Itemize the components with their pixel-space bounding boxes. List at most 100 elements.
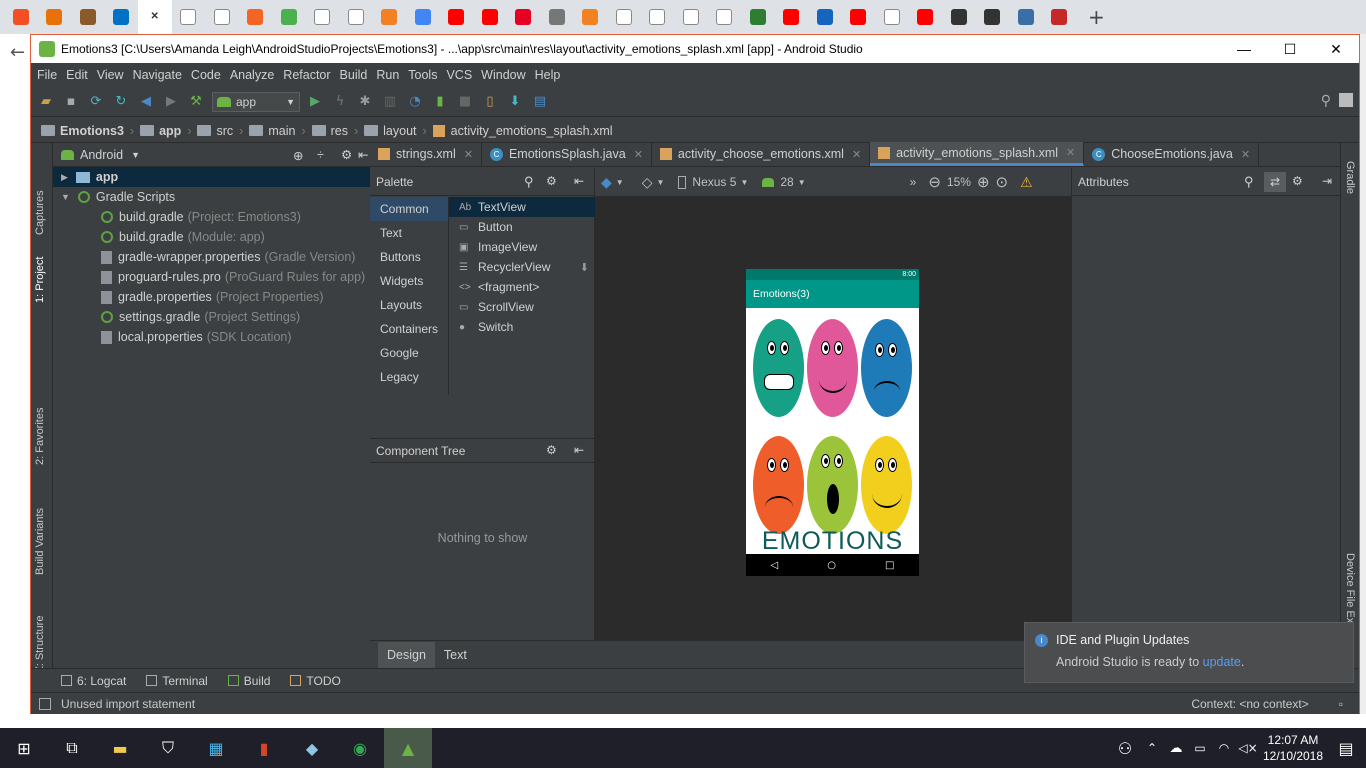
layers-icon[interactable]: ◆	[601, 174, 612, 191]
update-notification[interactable]: i IDE and Plugin Updates Android Studio …	[1024, 622, 1354, 683]
project-structure-icon[interactable]: ▤	[531, 93, 549, 111]
warning-icon[interactable]: ⚠	[1020, 174, 1033, 191]
action-center-icon[interactable]: ▤	[1326, 728, 1366, 768]
browser-tab[interactable]	[4, 0, 38, 34]
close-tab-icon[interactable]: ✕	[464, 148, 473, 161]
menu-navigate[interactable]: Navigate	[133, 68, 182, 82]
palette-category[interactable]: Text	[370, 221, 448, 245]
tree-item[interactable]: build.gradle (Module: app)	[53, 227, 370, 247]
people-icon[interactable]: ⚇	[1110, 728, 1140, 768]
start-windows-icon[interactable]: ⊞	[0, 728, 48, 768]
volume-mute-icon[interactable]: ◁×	[1236, 728, 1260, 768]
menu-build[interactable]: Build	[340, 68, 368, 82]
browser-tab[interactable]	[440, 0, 474, 34]
close-tab-icon[interactable]: ✕	[1066, 146, 1075, 159]
hide-panel-icon[interactable]: ⇤	[358, 147, 368, 162]
menu-help[interactable]: Help	[535, 68, 561, 82]
tray-chevron-icon[interactable]: ⌃	[1140, 728, 1164, 768]
maximize-button[interactable]: ☐	[1267, 41, 1313, 58]
new-tab-button[interactable]: +	[1088, 5, 1105, 29]
palette-category[interactable]: Buttons	[370, 245, 448, 269]
favorites-tool-tab[interactable]: 2: Favorites	[34, 408, 46, 465]
browser-tab[interactable]	[71, 0, 105, 34]
refresh-icon[interactable]: ↻	[112, 93, 130, 111]
sdk-manager-icon[interactable]: ⬇	[506, 93, 524, 111]
palette-category[interactable]: Common	[370, 197, 448, 221]
palette-item[interactable]: Ab TextView	[449, 197, 595, 217]
crumb-app[interactable]: app	[140, 124, 181, 138]
crumb-res[interactable]: res	[311, 124, 348, 138]
clock[interactable]: 12:07 AM 12/10/2018	[1260, 732, 1326, 764]
structure-tool-tab[interactable]: Z: Structure	[34, 616, 46, 673]
menu-analyze[interactable]: Analyze	[230, 68, 274, 82]
chevron-down-icon[interactable]: ▼	[131, 150, 140, 160]
captures-tool-tab[interactable]: Captures	[34, 190, 46, 235]
crumb-file[interactable]: activity_emotions_splash.xml	[432, 124, 613, 138]
palette-category[interactable]: Layouts	[370, 293, 448, 317]
browser-tab[interactable]	[105, 0, 139, 34]
browser-tab[interactable]	[306, 0, 340, 34]
browser-tab[interactable]	[373, 0, 407, 34]
editor-tab[interactable]: strings.xml ✕	[370, 142, 482, 166]
collapse-icon[interactable]: ÷	[317, 148, 324, 162]
open-folder-icon[interactable]: ▰	[37, 93, 55, 111]
project-view-select[interactable]: Android	[80, 148, 123, 162]
security-shield-icon[interactable]: ⛉	[144, 728, 192, 768]
update-link[interactable]: update	[1203, 655, 1241, 669]
browser-tab[interactable]	[239, 0, 273, 34]
browser-tab[interactable]	[339, 0, 373, 34]
browser-tab[interactable]	[406, 0, 440, 34]
chevron-down-icon[interactable]: ▼	[656, 178, 664, 187]
close-tab-icon[interactable]: ✕	[634, 148, 643, 161]
browser-tab[interactable]	[205, 0, 239, 34]
palette-item[interactable]: ☰ RecyclerView ⬇	[449, 257, 595, 277]
bottom-tool-build[interactable]: Build	[227, 674, 270, 688]
zoom-fit-icon[interactable]: ⊙	[996, 173, 1009, 191]
cloud-icon[interactable]: ☁	[1164, 728, 1188, 768]
browser-scrollbar[interactable]	[1360, 34, 1366, 714]
menu-code[interactable]: Code	[191, 68, 221, 82]
attach-debugger-icon[interactable]: ▥	[381, 93, 399, 111]
browser-tab[interactable]	[1043, 0, 1077, 34]
palette-item[interactable]: ▣ ImageView	[449, 237, 595, 257]
avd-manager-icon[interactable]: ▯	[481, 93, 499, 111]
notes-icon[interactable]: ◆	[288, 728, 336, 768]
close-tab-icon[interactable]: ✕	[1241, 148, 1250, 161]
browser-tab[interactable]	[909, 0, 943, 34]
wifi-icon[interactable]: ◠	[1212, 728, 1236, 768]
project-tool-tab[interactable]: 1: Project	[34, 257, 46, 303]
apply-changes-icon[interactable]: ϟ	[331, 93, 349, 111]
bottom-tool-todo[interactable]: TODO	[290, 674, 341, 688]
hide-panel-icon[interactable]: ⇤	[574, 443, 584, 457]
phone-preview[interactable]: 8:00 Emotions(3) EMOTIONS ◁ ○ □	[746, 269, 919, 576]
browser-tab[interactable]: ✕	[138, 0, 172, 34]
browser-tab[interactable]	[473, 0, 507, 34]
browser-tab[interactable]	[942, 0, 976, 34]
close-tab-icon[interactable]: ✕	[852, 148, 861, 161]
crumb-layout[interactable]: layout	[364, 124, 417, 138]
more-icon[interactable]: »	[910, 175, 917, 189]
editor-tab[interactable]: C ChooseEmotions.java ✕	[1084, 142, 1260, 166]
status-toggle-icon[interactable]	[39, 697, 51, 710]
tree-item[interactable]: proguard-rules.pro (ProGuard Rules for ap…	[53, 267, 370, 287]
save-icon[interactable]: ▪	[62, 93, 80, 111]
browser-tab[interactable]	[507, 0, 541, 34]
editor-tab[interactable]: C EmotionsSplash.java ✕	[482, 142, 652, 166]
swap-view-icon[interactable]: ⇄	[1264, 172, 1286, 192]
settings-gear-icon[interactable]: ⚙	[546, 174, 557, 188]
device-file-explorer-tab[interactable]: Device File Ex	[1344, 553, 1356, 623]
run-config-select[interactable]: app ▼	[212, 91, 300, 112]
download-icon[interactable]: ⬇	[580, 261, 589, 274]
search-icon[interactable]: ⚲	[1244, 174, 1254, 190]
settings-gear-icon[interactable]: ⚙	[546, 443, 557, 457]
palette-category[interactable]: Widgets	[370, 269, 448, 293]
palette-category[interactable]: Legacy	[370, 365, 448, 389]
bottom-tool-terminal[interactable]: Terminal	[146, 674, 208, 688]
chevron-down-icon[interactable]: ▼	[740, 178, 748, 187]
attach-icon[interactable]: ▮	[431, 93, 449, 111]
api-select[interactable]: 28	[780, 175, 793, 189]
stop-icon[interactable]: ■	[456, 93, 474, 111]
tree-item[interactable]: settings.gradle (Project Settings)	[53, 307, 370, 327]
chevron-down-icon[interactable]: ▼	[798, 178, 806, 187]
menu-file[interactable]: File	[37, 68, 57, 82]
